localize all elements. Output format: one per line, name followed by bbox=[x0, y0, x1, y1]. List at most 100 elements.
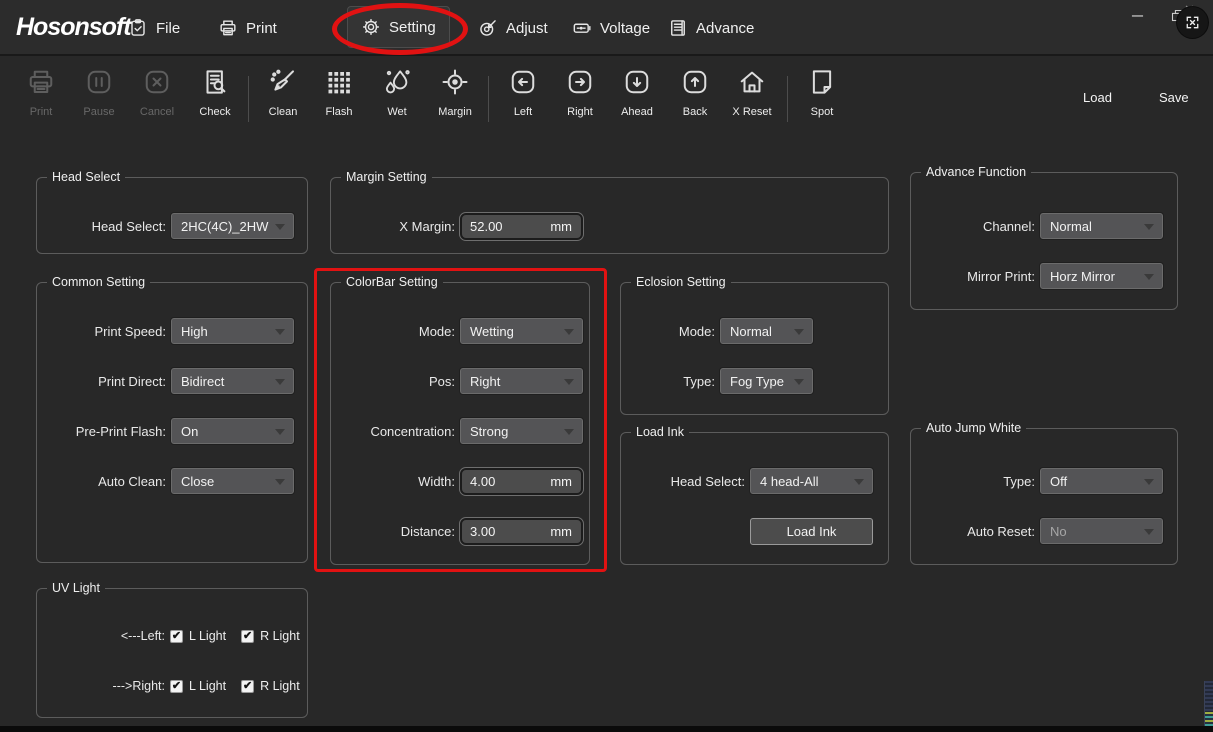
head-select-dropdown[interactable]: 2HC(4C)_2HW bbox=[171, 213, 294, 239]
preprint-flash-dropdown[interactable]: On bbox=[171, 418, 294, 444]
chevron-down-icon bbox=[1144, 274, 1154, 280]
eclosion-type-dropdown[interactable]: Fog Type bbox=[720, 368, 813, 394]
toolbar-wet-button[interactable]: Wet bbox=[368, 64, 426, 118]
colorbar-distance-value: 3.00 bbox=[462, 524, 495, 539]
menu-setting[interactable]: Setting bbox=[347, 6, 450, 48]
uv-left-llight-checkbox[interactable]: ✔ L Light bbox=[170, 629, 226, 643]
toolbar: Print Pause Cancel Check Clean Flash Wet bbox=[0, 58, 1213, 136]
menu-adjust[interactable]: Adjust bbox=[478, 0, 548, 56]
group-title: Eclosion Setting bbox=[631, 275, 731, 290]
checkbox-checked-icon: ✔ bbox=[241, 680, 254, 693]
colorbar-pos-dropdown[interactable]: Right bbox=[460, 368, 583, 394]
uv-right-llight-label: L Light bbox=[189, 679, 226, 693]
channel-value: Normal bbox=[1041, 219, 1092, 234]
mirror-print-dropdown[interactable]: Horz Mirror bbox=[1040, 263, 1163, 289]
load-ink-button[interactable]: Load Ink bbox=[750, 518, 873, 545]
chevron-down-icon bbox=[275, 479, 285, 485]
ajw-type-dropdown[interactable]: Off bbox=[1040, 468, 1163, 494]
spot-page-icon bbox=[793, 64, 851, 100]
toolbar-xreset-label: X Reset bbox=[723, 106, 781, 118]
toolbar-back-button[interactable]: Back bbox=[666, 64, 724, 118]
ajw-auto-reset-value: No bbox=[1041, 524, 1067, 539]
colorbar-mode-dropdown[interactable]: Wetting bbox=[460, 318, 583, 344]
save-button[interactable]: Save bbox=[1159, 90, 1189, 105]
toolbar-ahead-button[interactable]: Ahead bbox=[608, 64, 666, 118]
toolbar-margin-button[interactable]: Margin bbox=[426, 64, 484, 118]
toolbar-spot-label: Spot bbox=[793, 106, 851, 118]
menu-print[interactable]: Print bbox=[218, 0, 277, 56]
colorbar-concentration-dropdown[interactable]: Strong bbox=[460, 418, 583, 444]
minimize-button[interactable] bbox=[1120, 0, 1154, 30]
checkbox-checked-icon: ✔ bbox=[170, 630, 183, 643]
preprint-flash-value: On bbox=[172, 424, 198, 439]
group-title: Head Select bbox=[47, 170, 125, 185]
mirror-print-value: Horz Mirror bbox=[1041, 269, 1115, 284]
chevron-down-icon bbox=[1144, 529, 1154, 535]
print-speed-dropdown[interactable]: High bbox=[171, 318, 294, 344]
uv-right-rlight-checkbox[interactable]: ✔ R Light bbox=[241, 679, 300, 693]
toolbar-left-button[interactable]: Left bbox=[494, 64, 552, 118]
print-direct-dropdown[interactable]: Bidirect bbox=[171, 368, 294, 394]
channel-label: Channel: bbox=[916, 219, 1035, 234]
arrow-down-icon bbox=[608, 64, 666, 100]
toolbar-pause-button[interactable]: Pause bbox=[70, 64, 128, 118]
menu-file[interactable]: File bbox=[128, 0, 180, 56]
group-advance-function: Advance Function bbox=[910, 172, 1178, 310]
loadink-head-select-dropdown[interactable]: 4 head-All bbox=[750, 468, 873, 494]
arrow-left-icon bbox=[494, 64, 552, 100]
ajw-auto-reset-dropdown[interactable]: No bbox=[1040, 518, 1163, 544]
head-select-label: Head Select: bbox=[46, 219, 166, 234]
menu-voltage[interactable]: Voltage bbox=[572, 0, 650, 56]
toolbar-back-label: Back bbox=[666, 106, 724, 118]
toolbar-flash-button[interactable]: Flash bbox=[310, 64, 368, 118]
group-load-ink: Load Ink bbox=[620, 432, 889, 565]
toolbar-right-button[interactable]: Right bbox=[551, 64, 609, 118]
battery-icon bbox=[572, 18, 592, 38]
colorbar-distance-input[interactable]: 3.00 mm bbox=[460, 518, 583, 545]
toolbar-cancel-label: Cancel bbox=[128, 106, 186, 118]
print-direct-label: Print Direct: bbox=[46, 374, 166, 389]
toolbar-xreset-button[interactable]: X Reset bbox=[723, 64, 781, 118]
menu-advance[interactable]: Advance bbox=[668, 0, 754, 56]
toolbar-check-button[interactable]: Check bbox=[186, 64, 244, 118]
uv-left-llight-label: L Light bbox=[189, 629, 226, 643]
head-select-value: 2HC(4C)_2HW bbox=[172, 219, 268, 234]
toolbar-flash-label: Flash bbox=[310, 106, 368, 118]
menubar: Hosonsoft File Print Setting Adjust Volt… bbox=[0, 0, 1213, 56]
channel-dropdown[interactable]: Normal bbox=[1040, 213, 1163, 239]
overlay-window-stripes bbox=[1205, 712, 1213, 727]
chevron-down-icon bbox=[794, 379, 804, 385]
chevron-down-icon bbox=[854, 479, 864, 485]
overlay-window-edge bbox=[1204, 681, 1213, 727]
group-title: UV Light bbox=[47, 581, 105, 596]
chevron-down-icon bbox=[564, 329, 574, 335]
load-button[interactable]: Load bbox=[1083, 90, 1112, 105]
capture-button[interactable] bbox=[1177, 7, 1208, 38]
group-title: Advance Function bbox=[921, 165, 1031, 180]
auto-clean-dropdown[interactable]: Close bbox=[171, 468, 294, 494]
minimize-icon bbox=[1131, 9, 1144, 22]
margin-crosshair-icon bbox=[426, 64, 484, 100]
auto-clean-label: Auto Clean: bbox=[46, 474, 166, 489]
group-title: Auto Jump White bbox=[921, 421, 1026, 436]
toolbar-spot-button[interactable]: Spot bbox=[793, 64, 851, 118]
toolbar-cancel-button[interactable]: Cancel bbox=[128, 64, 186, 118]
toolbar-clean-button[interactable]: Clean bbox=[254, 64, 312, 118]
colorbar-width-input[interactable]: 4.00 mm bbox=[460, 468, 583, 495]
x-margin-input[interactable]: 52.00 mm bbox=[460, 213, 583, 240]
uv-right-llight-checkbox[interactable]: ✔ L Light bbox=[170, 679, 226, 693]
eclosion-type-label: Type: bbox=[626, 374, 715, 389]
eclosion-mode-dropdown[interactable]: Normal bbox=[720, 318, 813, 344]
uv-left-rlight-checkbox[interactable]: ✔ R Light bbox=[241, 629, 300, 643]
colorbar-width-value: 4.00 bbox=[462, 474, 495, 489]
toolbar-print-button[interactable]: Print bbox=[12, 64, 70, 118]
hosonsoft-window: Hosonsoft File Print Setting Adjust Volt… bbox=[0, 0, 1213, 732]
printer-icon bbox=[218, 18, 238, 38]
chevron-down-icon bbox=[275, 224, 285, 230]
uv-left-label: <---Left: bbox=[46, 629, 165, 643]
preprint-flash-label: Pre-Print Flash: bbox=[46, 424, 166, 439]
eclosion-mode-value: Normal bbox=[721, 324, 772, 339]
check-document-icon bbox=[186, 64, 244, 100]
toolbar-separator bbox=[787, 76, 788, 122]
eclosion-mode-label: Mode: bbox=[626, 324, 715, 339]
